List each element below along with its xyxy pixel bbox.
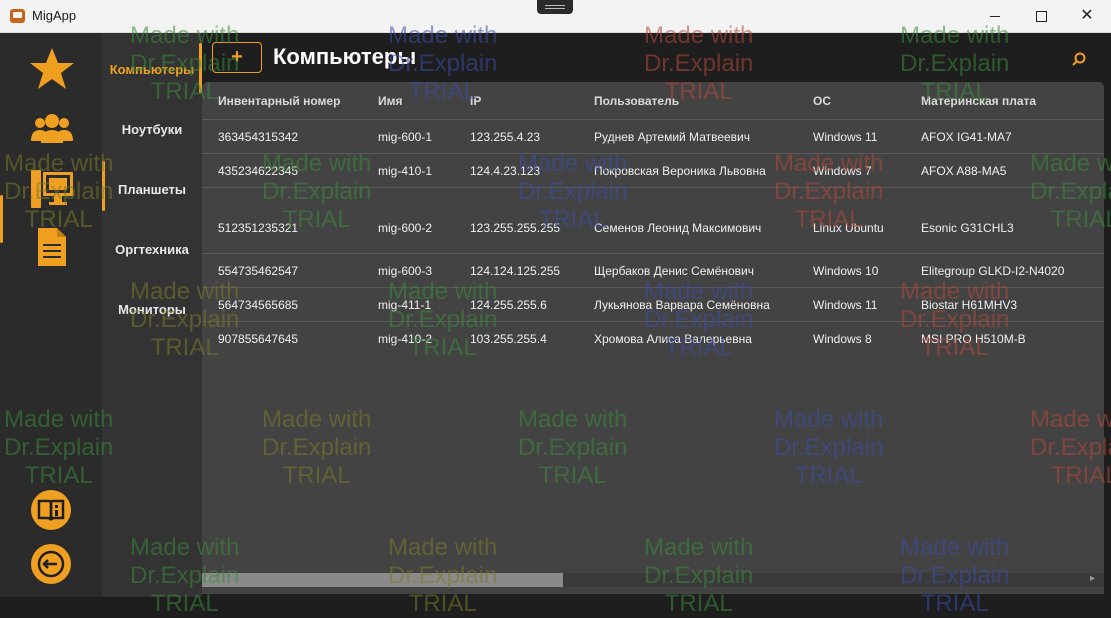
cell-inventory: 435234622345: [202, 153, 362, 188]
computer-icon: [31, 170, 73, 208]
cell-inventory: 363454315342: [202, 119, 362, 154]
window-title: MigApp: [32, 8, 77, 23]
cell-inventory: 554735462547: [202, 253, 362, 288]
cell-os: Linux Ubuntu: [797, 187, 905, 254]
rail-favorites[interactable]: [26, 45, 78, 93]
table-row[interactable]: 512351235321 mig-600-2 123.255.255.255 С…: [202, 187, 1104, 254]
logout-icon: [37, 550, 65, 578]
manual-icon: [37, 499, 65, 521]
close-icon: ✕: [1080, 7, 1094, 24]
app-icon: [10, 9, 25, 23]
horizontal-scrollbar[interactable]: [202, 573, 1104, 587]
cell-user: Хромова Алиса Валерьевна: [578, 321, 797, 355]
users-icon: [31, 114, 73, 143]
icon-rail: [0, 33, 102, 597]
cell-user: Щербаков Денис Семёнович: [578, 253, 797, 288]
computers-table-panel: Инвентарный номер Имя IP Пользователь ОС…: [202, 82, 1104, 594]
table-row[interactable]: 564734565685 mig-411-1 124.255.255.6 Лук…: [202, 287, 1104, 322]
rail-documents[interactable]: [26, 223, 78, 271]
document-icon: [38, 228, 66, 266]
category-tablets[interactable]: Планшеты: [102, 182, 202, 197]
cell-motherboard: Esonic G31CHL3: [905, 187, 1104, 254]
cell-inventory: 512351235321: [202, 187, 362, 254]
search-icon[interactable]: [1072, 52, 1086, 66]
rail-devices[interactable]: [26, 165, 78, 213]
category-laptops[interactable]: Ноутбуки: [102, 122, 202, 137]
cell-os: Windows 8: [797, 321, 905, 355]
category-office-equipment[interactable]: Оргтехника: [102, 242, 202, 257]
drag-handle[interactable]: [537, 0, 573, 14]
cell-ip: 124.124.125.255: [454, 253, 578, 288]
category-monitors[interactable]: Мониторы: [102, 302, 202, 317]
table-header-row: Инвентарный номер Имя IP Пользователь ОС…: [202, 82, 1104, 120]
cell-name: mig-600-1: [362, 119, 454, 154]
minimize-button[interactable]: [972, 0, 1018, 32]
add-button[interactable]: +: [212, 42, 262, 73]
star-icon: [30, 48, 74, 89]
cell-ip: 123.255.4.23: [454, 119, 578, 154]
rail-users[interactable]: [26, 105, 78, 153]
cell-user: Семенов Леонид Максимович: [578, 187, 797, 254]
cell-name: mig-410-2: [362, 321, 454, 355]
cell-motherboard: Elitegroup GLKD-I2-N4020: [905, 253, 1104, 288]
column-header-user[interactable]: Пользователь: [578, 82, 797, 120]
cell-inventory: 907855647645: [202, 321, 362, 355]
column-header-motherboard[interactable]: Материнская плата: [905, 82, 1104, 120]
scroll-left-icon[interactable]: ◂: [205, 573, 210, 584]
computers-table: Инвентарный номер Имя IP Пользователь ОС…: [202, 82, 1104, 355]
horizontal-scroll-thumb[interactable]: [202, 573, 563, 587]
cell-motherboard: AFOX IG41-MA7: [905, 119, 1104, 154]
cell-ip: 103.255.255.4: [454, 321, 578, 355]
cell-user: Руднев Артемий Матвеевич: [578, 119, 797, 154]
cell-motherboard: Biostar H61MHV3: [905, 287, 1104, 322]
column-header-inventory[interactable]: Инвентарный номер: [202, 82, 362, 120]
table-row[interactable]: 435234622345 mig-410-1 124.4.23.123 Покр…: [202, 153, 1104, 188]
logout-button[interactable]: [31, 544, 71, 584]
cell-ip: 123.255.255.255: [454, 187, 578, 254]
close-button[interactable]: ✕: [1064, 0, 1110, 32]
column-header-name[interactable]: Имя: [362, 82, 454, 120]
cell-os: Windows 10: [797, 253, 905, 288]
manual-button[interactable]: [31, 490, 71, 530]
table-row[interactable]: 554735462547 mig-600-3 124.124.125.255 Щ…: [202, 253, 1104, 288]
minimize-icon: [990, 15, 1000, 17]
cell-inventory: 564734565685: [202, 287, 362, 322]
cell-motherboard: MSI PRO H510M-B: [905, 321, 1104, 355]
cell-name: mig-600-3: [362, 253, 454, 288]
column-header-os[interactable]: ОС: [797, 82, 905, 120]
maximize-icon: [1035, 10, 1047, 22]
cell-name: mig-410-1: [362, 153, 454, 188]
cell-os: Windows 11: [797, 287, 905, 322]
cell-name: mig-411-1: [362, 287, 454, 322]
page-title: Компьютеры: [273, 44, 417, 69]
table-row[interactable]: 907855647645 mig-410-2 103.255.255.4 Хро…: [202, 321, 1104, 355]
rail-active-indicator: [0, 195, 3, 243]
category-sidebar: Компьютеры Ноутбуки Планшеты Оргтехника …: [102, 33, 202, 597]
cell-user: Лукьянова Варвара Семёновна: [578, 287, 797, 322]
title-bar: MigApp ✕: [0, 0, 1111, 33]
maximize-button[interactable]: [1018, 0, 1064, 32]
column-header-ip[interactable]: IP: [454, 82, 578, 120]
cell-user: Покровская Вероника Львовна: [578, 153, 797, 188]
table-row[interactable]: 363454315342 mig-600-1 123.255.4.23 Рудн…: [202, 119, 1104, 154]
scroll-right-icon[interactable]: ▸: [1090, 573, 1095, 584]
category-computers[interactable]: Компьютеры: [102, 62, 202, 77]
cell-ip: 124.4.23.123: [454, 153, 578, 188]
cell-os: Windows 11: [797, 119, 905, 154]
cell-os: Windows 7: [797, 153, 905, 188]
cell-motherboard: AFOX A88-MA5: [905, 153, 1104, 188]
cell-ip: 124.255.255.6: [454, 287, 578, 322]
cell-name: mig-600-2: [362, 187, 454, 254]
